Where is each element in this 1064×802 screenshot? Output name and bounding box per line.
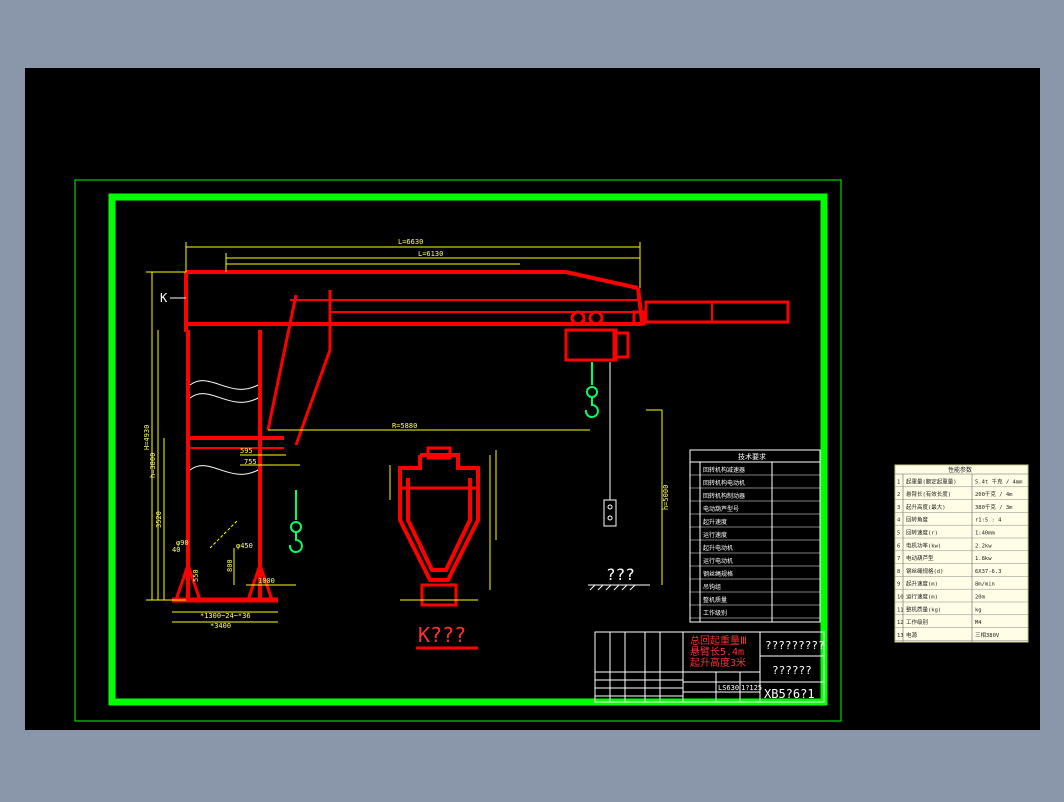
side-row-value: 6X37-6.3 bbox=[975, 569, 1002, 575]
model-space bbox=[25, 68, 1040, 730]
tech-table-row-label: 电动葫芦型号 bbox=[703, 505, 739, 513]
title-line1: 总回起重量Ⅲ bbox=[690, 634, 747, 647]
tech-table-row-label: 回转机构减速器 bbox=[703, 466, 745, 474]
side-row-value: r1:5 : 4 bbox=[975, 518, 1002, 524]
dim-R: R=5880 bbox=[392, 422, 417, 430]
side-row-label: 悬臂长(有效长度) bbox=[906, 490, 951, 498]
side-row-label: 起升高度(最大) bbox=[906, 503, 946, 511]
tech-table-row-label: 运行电动机 bbox=[703, 557, 733, 565]
title-line3: 起升高度3米 bbox=[690, 656, 746, 669]
side-table-title: 性能参数 bbox=[948, 466, 972, 474]
side-row-no: 11 bbox=[897, 607, 904, 613]
dim-800: 800 bbox=[226, 559, 234, 572]
drawing-code: XB5?6?1 bbox=[764, 687, 815, 701]
side-row-no: 12 bbox=[897, 620, 904, 626]
side-row-value: 1.8kw bbox=[975, 556, 992, 562]
tech-table-row-label: 工作级别 bbox=[703, 609, 727, 617]
dim-H: H=4930 bbox=[143, 425, 151, 450]
dim-h-low: 3520 bbox=[155, 511, 163, 528]
title-small-a: LS630 bbox=[718, 684, 739, 692]
side-row-value: 200千克 / 4m bbox=[975, 490, 1013, 498]
side-row-value: 三相380V bbox=[975, 631, 1000, 639]
dim-550: 550 bbox=[192, 569, 200, 582]
side-row-value: M4 bbox=[975, 620, 982, 626]
side-row-value: 2.2kw bbox=[975, 543, 992, 549]
side-row-label: 回转角度 bbox=[906, 516, 929, 524]
k-view-title: K??? bbox=[418, 623, 466, 647]
drawing-name-top: ????????? bbox=[765, 639, 825, 652]
drawing-svg: ??? L=6630 L=6130 R=5880 595 755 1000 φ4… bbox=[25, 68, 1040, 730]
side-row-no: 7 bbox=[897, 556, 900, 562]
dim-40: 40 bbox=[172, 546, 180, 554]
side-row-value: kg bbox=[975, 607, 982, 613]
dim-L-total: L=6630 bbox=[398, 238, 423, 246]
side-row-label: 起升速度(m) bbox=[906, 580, 938, 588]
side-row-label: 电动葫芦型 bbox=[906, 554, 934, 562]
side-parameter-table: 性能参数 1 起重量(额定起重量) 5.4t 千克 / 4mm 2 悬臂长(有效长度) 2… bbox=[894, 464, 1029, 643]
side-row-label: 起重量(额定起重量) bbox=[906, 477, 957, 485]
tech-table-row-label: 整机质量 bbox=[703, 596, 727, 604]
tech-table-header: 技术要求 bbox=[738, 452, 766, 461]
side-row-no: 13 bbox=[897, 633, 904, 639]
title-line2: 悬臂长5.4m bbox=[690, 645, 744, 658]
side-row-label: 电机功率(kw) bbox=[906, 541, 941, 549]
side-row-value: 20m bbox=[975, 595, 986, 601]
k-arrow-label: K bbox=[160, 291, 168, 305]
side-row-no: 6 bbox=[897, 543, 900, 549]
dim-base-total: *3400 bbox=[210, 622, 231, 630]
drawing-name-mid: ?????? bbox=[772, 664, 812, 677]
side-row-label: 钢丝绳规格(d) bbox=[906, 567, 943, 575]
dim-595: 595 bbox=[240, 447, 253, 455]
dim-1000: 1000 bbox=[258, 577, 275, 585]
tech-table-row-label: 吊钩组 bbox=[703, 583, 721, 591]
side-row-no: 9 bbox=[897, 582, 900, 588]
side-row-no: 2 bbox=[897, 492, 900, 498]
side-row-no: 1 bbox=[897, 479, 900, 485]
side-row-value: 8m/min bbox=[975, 582, 995, 588]
side-row-no: 3 bbox=[897, 505, 900, 511]
side-row-no: 10 bbox=[897, 595, 904, 601]
dim-h-mid: h=3800 bbox=[149, 453, 157, 478]
dim-base-width: *1300~24~*36 bbox=[200, 612, 251, 620]
tech-table-row-label: 起升电动机 bbox=[703, 544, 733, 552]
side-row-label: 运行速度(m) bbox=[906, 593, 938, 601]
side-row-label: 整机质量(kg) bbox=[906, 605, 941, 613]
cad-viewer: ??? L=6630 L=6130 R=5880 595 755 1000 φ4… bbox=[0, 0, 1064, 798]
side-row-label: 回转速度(r) bbox=[906, 529, 938, 537]
side-row-label: 工作级别 bbox=[906, 618, 928, 626]
ground-label: ??? bbox=[606, 565, 635, 584]
side-row-no: 5 bbox=[897, 531, 900, 537]
tech-table-row-label: 回转机构制动器 bbox=[703, 492, 745, 500]
side-row-no: 8 bbox=[897, 569, 900, 575]
dim-h5000: h=5000 bbox=[662, 485, 670, 510]
side-row-label: 电源 bbox=[906, 631, 918, 639]
side-row-value: 5.4t 千克 / 4mm bbox=[975, 477, 1023, 485]
tech-table-row-label: 钢丝绳规格 bbox=[703, 570, 733, 578]
dim-L-inner: L=6130 bbox=[418, 250, 443, 258]
side-row-value: 1:40mm bbox=[975, 531, 996, 537]
dim-755: 755 bbox=[244, 458, 257, 466]
title-small-b: 1?125 bbox=[741, 684, 762, 692]
side-row-value: 380千克 / 3m bbox=[975, 503, 1013, 511]
dim-phi450: φ450 bbox=[236, 542, 253, 550]
tech-table-row-label: 回转机构电动机 bbox=[703, 479, 745, 487]
tech-table-row-label: 运行速度 bbox=[703, 531, 727, 539]
tech-table-row-label: 起升速度 bbox=[703, 518, 727, 526]
